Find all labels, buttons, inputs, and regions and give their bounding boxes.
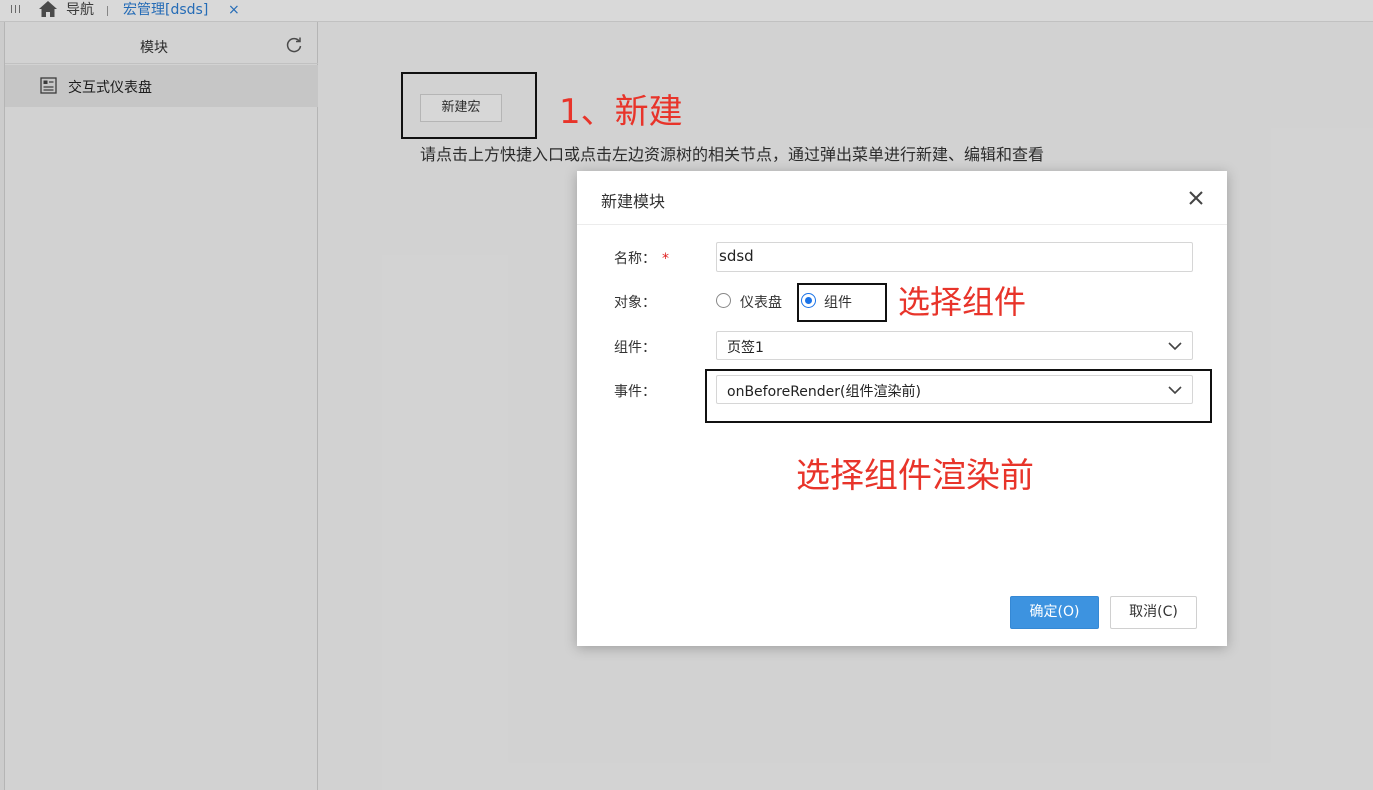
- component-select-value: 页签1: [727, 340, 764, 356]
- radio-dashboard-label[interactable]: 仪表盘: [740, 292, 782, 312]
- component-label: 组件：: [614, 340, 656, 356]
- name-input[interactable]: sdsd: [716, 242, 1193, 272]
- annotation-box-new: [401, 72, 537, 139]
- required-marker: *: [662, 251, 669, 267]
- ok-button[interactable]: 确定(O): [1010, 596, 1099, 629]
- annotation-box-component: [797, 283, 887, 322]
- close-icon[interactable]: [1188, 190, 1204, 206]
- dialog-header: 新建模块: [577, 171, 1227, 225]
- annotation-select-event: 选择组件渲染前: [796, 456, 1034, 496]
- name-label: 名称： *: [614, 251, 669, 267]
- dialog-title: 新建模块: [601, 192, 666, 211]
- annotation-box-event: [705, 369, 1212, 423]
- chevron-down-icon: [1168, 342, 1182, 351]
- radio-dashboard[interactable]: [716, 293, 731, 308]
- annotation-step1: 1、新建: [559, 92, 683, 132]
- object-label: 对象：: [614, 295, 656, 311]
- annotation-select-component: 选择组件: [898, 283, 1027, 321]
- component-select[interactable]: 页签1: [716, 331, 1193, 360]
- cancel-button[interactable]: 取消(C): [1110, 596, 1197, 629]
- event-label: 事件：: [614, 384, 656, 400]
